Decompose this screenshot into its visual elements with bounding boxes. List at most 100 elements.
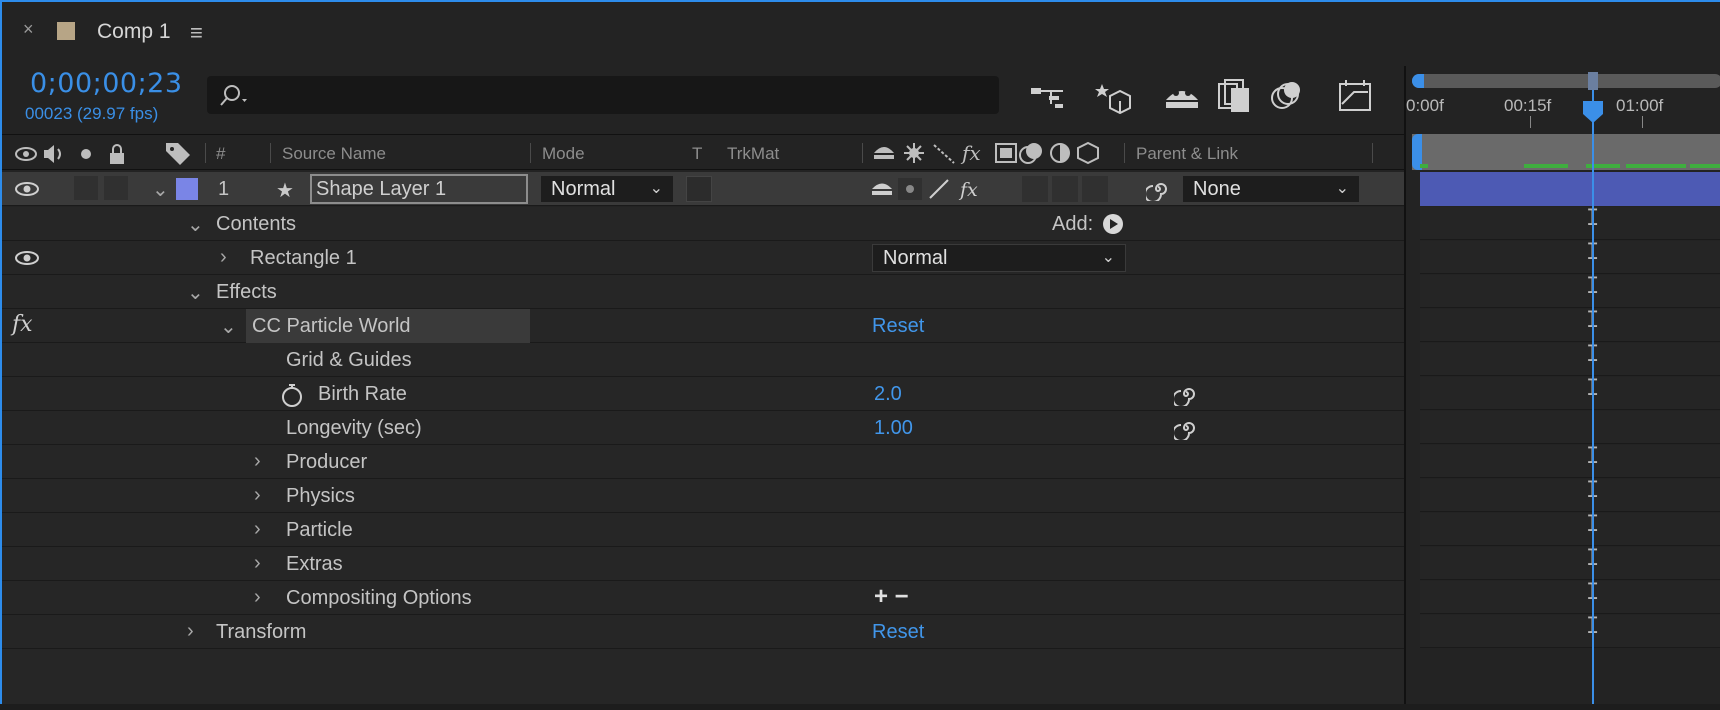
solo-switch[interactable] bbox=[74, 176, 98, 200]
birth-rate-value[interactable]: 2.0 bbox=[874, 383, 902, 406]
particle-row[interactable]: › Particle bbox=[2, 513, 1404, 547]
header-parent-link[interactable]: Parent & Link bbox=[1136, 144, 1238, 164]
stopwatch-icon[interactable] bbox=[280, 382, 304, 408]
layer-mode-value: Normal bbox=[551, 178, 616, 200]
cache-indicator bbox=[1420, 164, 1428, 168]
contents-row[interactable]: ⌄ Contents Add: bbox=[2, 207, 1404, 241]
chevron-down-icon[interactable]: ⌄ bbox=[187, 212, 204, 237]
column-header: # Source Name Mode T TrkMat fx Parent & … bbox=[2, 134, 1404, 170]
layer-switches[interactable]: fx bbox=[870, 178, 990, 200]
eye-icon[interactable] bbox=[14, 178, 40, 200]
transform-label: Transform bbox=[216, 621, 307, 643]
compositing-options-label: Compositing Options bbox=[286, 587, 472, 609]
ruler-tick-15f: 00:15f bbox=[1504, 96, 1552, 115]
add-play-icon[interactable] bbox=[1102, 213, 1124, 235]
lock-switch[interactable] bbox=[104, 176, 128, 200]
timeline-lane bbox=[1420, 411, 1720, 444]
label-tag-icon[interactable] bbox=[164, 141, 192, 165]
effect-name-label[interactable]: CC Particle World bbox=[252, 315, 411, 338]
comp-tab-title[interactable]: Comp 1 bbox=[97, 20, 171, 44]
chevron-down-icon[interactable]: ⌄ bbox=[187, 280, 204, 305]
extras-row[interactable]: › Extras bbox=[2, 547, 1404, 581]
layer-duration-bar[interactable] bbox=[1420, 172, 1720, 206]
navigator-start-handle[interactable] bbox=[1412, 74, 1424, 88]
av-features-header-icons[interactable] bbox=[14, 143, 134, 165]
chevron-right-icon[interactable]: › bbox=[187, 620, 194, 643]
timeline-graph[interactable]: 0:00f 00:15f 01:00f I I I I I I bbox=[1404, 66, 1720, 704]
effect-reset-link[interactable]: Reset bbox=[872, 315, 924, 338]
chevron-right-icon[interactable]: › bbox=[254, 586, 261, 609]
effect-row[interactable]: fx ⌄ CC Particle World Reset bbox=[2, 309, 1404, 343]
compositing-options-row[interactable]: › Compositing Options + − bbox=[2, 581, 1404, 615]
add-remove-mask-buttons[interactable]: + − bbox=[874, 583, 909, 611]
panel-menu-icon[interactable]: ≡ bbox=[190, 20, 203, 46]
header-trkmat[interactable]: TrkMat bbox=[727, 144, 779, 164]
time-ruler[interactable]: 0:00f 00:15f 01:00f bbox=[1406, 92, 1720, 132]
layer-row[interactable]: ⌄ 1 ★ Shape Layer 1 Normal ⌄ fx None ⌄ bbox=[2, 172, 1404, 206]
header-source-name[interactable]: Source Name bbox=[282, 144, 386, 164]
frame-count-display: 00023 (29.97 fps) bbox=[25, 104, 159, 123]
timeline-lane bbox=[1420, 241, 1720, 274]
layer-expand-chevron-icon[interactable]: ⌄ bbox=[152, 177, 169, 202]
time-navigator-bar[interactable] bbox=[1412, 74, 1720, 88]
transform-row[interactable]: › Transform Reset bbox=[2, 615, 1404, 649]
adjustment-switch[interactable] bbox=[1052, 176, 1078, 202]
grid-guides-row[interactable]: Grid & Guides bbox=[2, 343, 1404, 377]
layer-name-field[interactable]: Shape Layer 1 bbox=[310, 174, 528, 204]
rectangle-row[interactable]: › Rectangle 1 Normal ⌄ bbox=[2, 241, 1404, 275]
header-number[interactable]: # bbox=[216, 144, 225, 164]
contents-label: Contents bbox=[216, 213, 297, 235]
timeline-lane bbox=[1420, 445, 1720, 478]
layer-number: 1 bbox=[218, 178, 230, 200]
timeline-lane bbox=[1420, 275, 1720, 308]
svg-text:fx: fx bbox=[960, 141, 981, 165]
rectangle-mode-dropdown[interactable]: Normal ⌄ bbox=[872, 244, 1126, 272]
playhead-handle-icon[interactable] bbox=[1582, 100, 1604, 124]
expression-pick-whip-icon[interactable] bbox=[1174, 416, 1198, 440]
current-time-display[interactable]: 0;00;00;23 bbox=[30, 68, 183, 99]
frame-blending-icon[interactable] bbox=[1162, 78, 1202, 114]
parent-dropdown[interactable]: None ⌄ bbox=[1182, 175, 1360, 203]
longevity-row[interactable]: Longevity (sec) 1.00 bbox=[2, 411, 1404, 445]
switches-header-icons[interactable]: fx bbox=[872, 141, 1106, 165]
trkmat-switch[interactable] bbox=[686, 176, 712, 202]
chevron-down-icon: ⌄ bbox=[1101, 249, 1115, 266]
draft-3d-icon[interactable] bbox=[1029, 78, 1069, 114]
current-time-indicator[interactable] bbox=[1592, 90, 1594, 704]
longevity-value[interactable]: 1.00 bbox=[874, 417, 913, 440]
3d-layer-switch[interactable] bbox=[1082, 176, 1108, 202]
physics-row[interactable]: › Physics bbox=[2, 479, 1404, 513]
search-input[interactable] bbox=[207, 76, 999, 114]
extras-label: Extras bbox=[286, 553, 343, 575]
layer-mode-dropdown[interactable]: Normal ⌄ bbox=[540, 175, 674, 203]
add-label: Add: bbox=[1052, 213, 1094, 235]
chevron-right-icon[interactable]: › bbox=[220, 246, 227, 269]
header-mode[interactable]: Mode bbox=[542, 144, 585, 164]
motion-blur-icon[interactable] bbox=[1215, 78, 1255, 114]
ruler-tick-0: 0:00f bbox=[1406, 96, 1444, 115]
fx-toggle-icon[interactable]: fx bbox=[12, 312, 33, 337]
birth-rate-row[interactable]: Birth Rate 2.0 bbox=[2, 377, 1404, 411]
motion-blur-switch[interactable] bbox=[1022, 176, 1048, 202]
layer-label-color[interactable] bbox=[176, 178, 198, 200]
comp-color-swatch bbox=[57, 22, 75, 40]
close-tab-icon[interactable]: × bbox=[23, 20, 37, 38]
transform-reset-link[interactable]: Reset bbox=[872, 621, 924, 644]
chevron-right-icon[interactable]: › bbox=[254, 484, 261, 507]
chevron-down-icon: ⌄ bbox=[649, 180, 663, 197]
expression-pick-whip-icon[interactable] bbox=[1174, 382, 1198, 406]
chevron-right-icon[interactable]: › bbox=[254, 518, 261, 541]
comp-flowchart-icon[interactable] bbox=[1266, 78, 1306, 114]
pick-whip-icon[interactable] bbox=[1146, 177, 1170, 201]
header-t[interactable]: T bbox=[692, 144, 702, 164]
effects-row[interactable]: ⌄ Effects bbox=[2, 275, 1404, 309]
cache-indicator bbox=[1690, 164, 1720, 168]
chevron-right-icon[interactable]: › bbox=[254, 450, 261, 473]
shy-layers-icon[interactable] bbox=[1094, 78, 1134, 114]
graph-editor-icon[interactable] bbox=[1336, 78, 1376, 114]
chevron-right-icon[interactable]: › bbox=[254, 552, 261, 575]
chevron-down-icon[interactable]: ⌄ bbox=[220, 314, 237, 339]
producer-row[interactable]: › Producer bbox=[2, 445, 1404, 479]
eye-icon[interactable] bbox=[14, 247, 40, 269]
navigator-playhead-marker bbox=[1588, 72, 1598, 90]
